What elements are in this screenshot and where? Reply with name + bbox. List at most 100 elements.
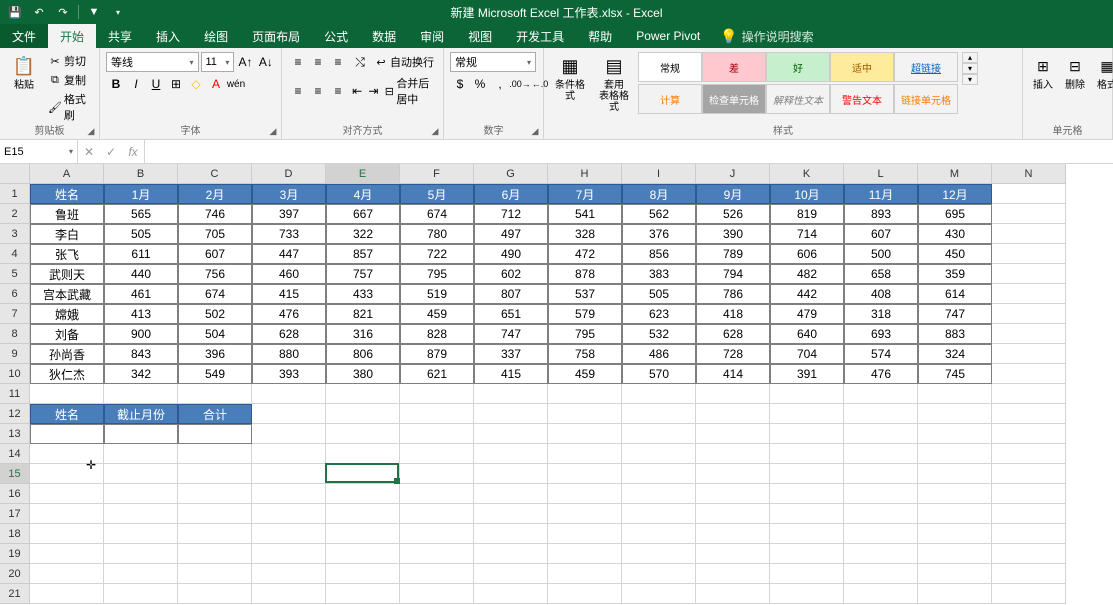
accounting-format-button[interactable]: $ bbox=[450, 74, 470, 94]
cell-E10[interactable]: 380 bbox=[326, 364, 400, 384]
cell-G11[interactable] bbox=[474, 384, 548, 404]
cell-L4[interactable]: 500 bbox=[844, 244, 918, 264]
decrease-indent-button[interactable]: ⇤ bbox=[350, 81, 364, 101]
row-header-15[interactable]: 15 bbox=[0, 464, 30, 484]
cell-D12[interactable] bbox=[252, 404, 326, 424]
cell-I18[interactable] bbox=[622, 524, 696, 544]
cell-J10[interactable]: 414 bbox=[696, 364, 770, 384]
cell-E14[interactable] bbox=[326, 444, 400, 464]
tab-file[interactable]: 文件 bbox=[0, 24, 48, 48]
cell-N3[interactable] bbox=[992, 224, 1066, 244]
col-header-L[interactable]: L bbox=[844, 164, 918, 184]
cell-M14[interactable] bbox=[918, 444, 992, 464]
cell-K6[interactable]: 442 bbox=[770, 284, 844, 304]
cell-M21[interactable] bbox=[918, 584, 992, 604]
cell-H19[interactable] bbox=[548, 544, 622, 564]
decrease-font-button[interactable]: A↓ bbox=[257, 52, 275, 72]
cell-G21[interactable] bbox=[474, 584, 548, 604]
cell-B1[interactable]: 1月 bbox=[104, 184, 178, 204]
cell-I10[interactable]: 570 bbox=[622, 364, 696, 384]
cell-G9[interactable]: 337 bbox=[474, 344, 548, 364]
cell-I9[interactable]: 486 bbox=[622, 344, 696, 364]
tab-insert[interactable]: 插入 bbox=[144, 24, 192, 48]
row-header-4[interactable]: 4 bbox=[0, 244, 30, 264]
cell-L17[interactable] bbox=[844, 504, 918, 524]
style-hyperlink[interactable]: 超链接 bbox=[894, 52, 958, 82]
cell-J8[interactable]: 628 bbox=[696, 324, 770, 344]
cell-N19[interactable] bbox=[992, 544, 1066, 564]
cell-I16[interactable] bbox=[622, 484, 696, 504]
cell-G17[interactable] bbox=[474, 504, 548, 524]
cell-E8[interactable]: 316 bbox=[326, 324, 400, 344]
cell-K9[interactable]: 704 bbox=[770, 344, 844, 364]
tab-powerpivot[interactable]: Power Pivot bbox=[624, 24, 712, 48]
cell-A21[interactable] bbox=[30, 584, 104, 604]
col-header-F[interactable]: F bbox=[400, 164, 474, 184]
cell-I4[interactable]: 856 bbox=[622, 244, 696, 264]
cell-C10[interactable]: 549 bbox=[178, 364, 252, 384]
cell-D8[interactable]: 628 bbox=[252, 324, 326, 344]
cell-J15[interactable] bbox=[696, 464, 770, 484]
cell-J13[interactable] bbox=[696, 424, 770, 444]
style-linked-cell[interactable]: 链接单元格 bbox=[894, 84, 958, 114]
cell-M12[interactable] bbox=[918, 404, 992, 424]
cell-M11[interactable] bbox=[918, 384, 992, 404]
cell-J1[interactable]: 9月 bbox=[696, 184, 770, 204]
cell-N13[interactable] bbox=[992, 424, 1066, 444]
cell-B8[interactable]: 900 bbox=[104, 324, 178, 344]
cell-D10[interactable]: 393 bbox=[252, 364, 326, 384]
cell-C1[interactable]: 2月 bbox=[178, 184, 252, 204]
cell-H5[interactable]: 878 bbox=[548, 264, 622, 284]
cell-I13[interactable] bbox=[622, 424, 696, 444]
cell-A2[interactable]: 鲁班 bbox=[30, 204, 104, 224]
cell-C12[interactable]: 合计 bbox=[178, 404, 252, 424]
cell-E3[interactable]: 322 bbox=[326, 224, 400, 244]
format-painter-button[interactable]: 🖌格式刷 bbox=[46, 90, 93, 124]
cell-C14[interactable] bbox=[178, 444, 252, 464]
cell-H21[interactable] bbox=[548, 584, 622, 604]
qat-more-icon[interactable]: ▾ bbox=[109, 3, 127, 21]
col-header-J[interactable]: J bbox=[696, 164, 770, 184]
tab-help[interactable]: 帮助 bbox=[576, 24, 624, 48]
cell-F5[interactable]: 795 bbox=[400, 264, 474, 284]
cell-C16[interactable] bbox=[178, 484, 252, 504]
col-header-M[interactable]: M bbox=[918, 164, 992, 184]
cell-I5[interactable]: 383 bbox=[622, 264, 696, 284]
cell-H1[interactable]: 7月 bbox=[548, 184, 622, 204]
cell-M20[interactable] bbox=[918, 564, 992, 584]
cell-L18[interactable] bbox=[844, 524, 918, 544]
cell-E21[interactable] bbox=[326, 584, 400, 604]
insert-cells-button[interactable]: ⊞ 插入 bbox=[1029, 52, 1057, 93]
cell-N17[interactable] bbox=[992, 504, 1066, 524]
save-icon[interactable]: 💾 bbox=[6, 3, 24, 21]
cell-J16[interactable] bbox=[696, 484, 770, 504]
orientation-button[interactable]: ⤭ bbox=[350, 52, 370, 72]
gallery-down-button[interactable]: ▾ bbox=[962, 63, 978, 74]
row-header-9[interactable]: 9 bbox=[0, 344, 30, 364]
cell-C17[interactable] bbox=[178, 504, 252, 524]
cell-A16[interactable] bbox=[30, 484, 104, 504]
cell-H15[interactable] bbox=[548, 464, 622, 484]
cell-G6[interactable]: 807 bbox=[474, 284, 548, 304]
cell-L19[interactable] bbox=[844, 544, 918, 564]
cell-I6[interactable]: 505 bbox=[622, 284, 696, 304]
cell-L9[interactable]: 574 bbox=[844, 344, 918, 364]
cell-N21[interactable] bbox=[992, 584, 1066, 604]
cell-H18[interactable] bbox=[548, 524, 622, 544]
cell-A19[interactable] bbox=[30, 544, 104, 564]
cell-B16[interactable] bbox=[104, 484, 178, 504]
cell-K16[interactable] bbox=[770, 484, 844, 504]
cell-D17[interactable] bbox=[252, 504, 326, 524]
cell-N7[interactable] bbox=[992, 304, 1066, 324]
col-header-G[interactable]: G bbox=[474, 164, 548, 184]
cell-K21[interactable] bbox=[770, 584, 844, 604]
cell-E4[interactable]: 857 bbox=[326, 244, 400, 264]
italic-button[interactable]: I bbox=[126, 74, 146, 94]
cell-K7[interactable]: 479 bbox=[770, 304, 844, 324]
cell-C2[interactable]: 746 bbox=[178, 204, 252, 224]
row-header-19[interactable]: 19 bbox=[0, 544, 30, 564]
tab-review[interactable]: 审阅 bbox=[408, 24, 456, 48]
cell-G10[interactable]: 415 bbox=[474, 364, 548, 384]
cell-A17[interactable] bbox=[30, 504, 104, 524]
cell-L6[interactable]: 408 bbox=[844, 284, 918, 304]
